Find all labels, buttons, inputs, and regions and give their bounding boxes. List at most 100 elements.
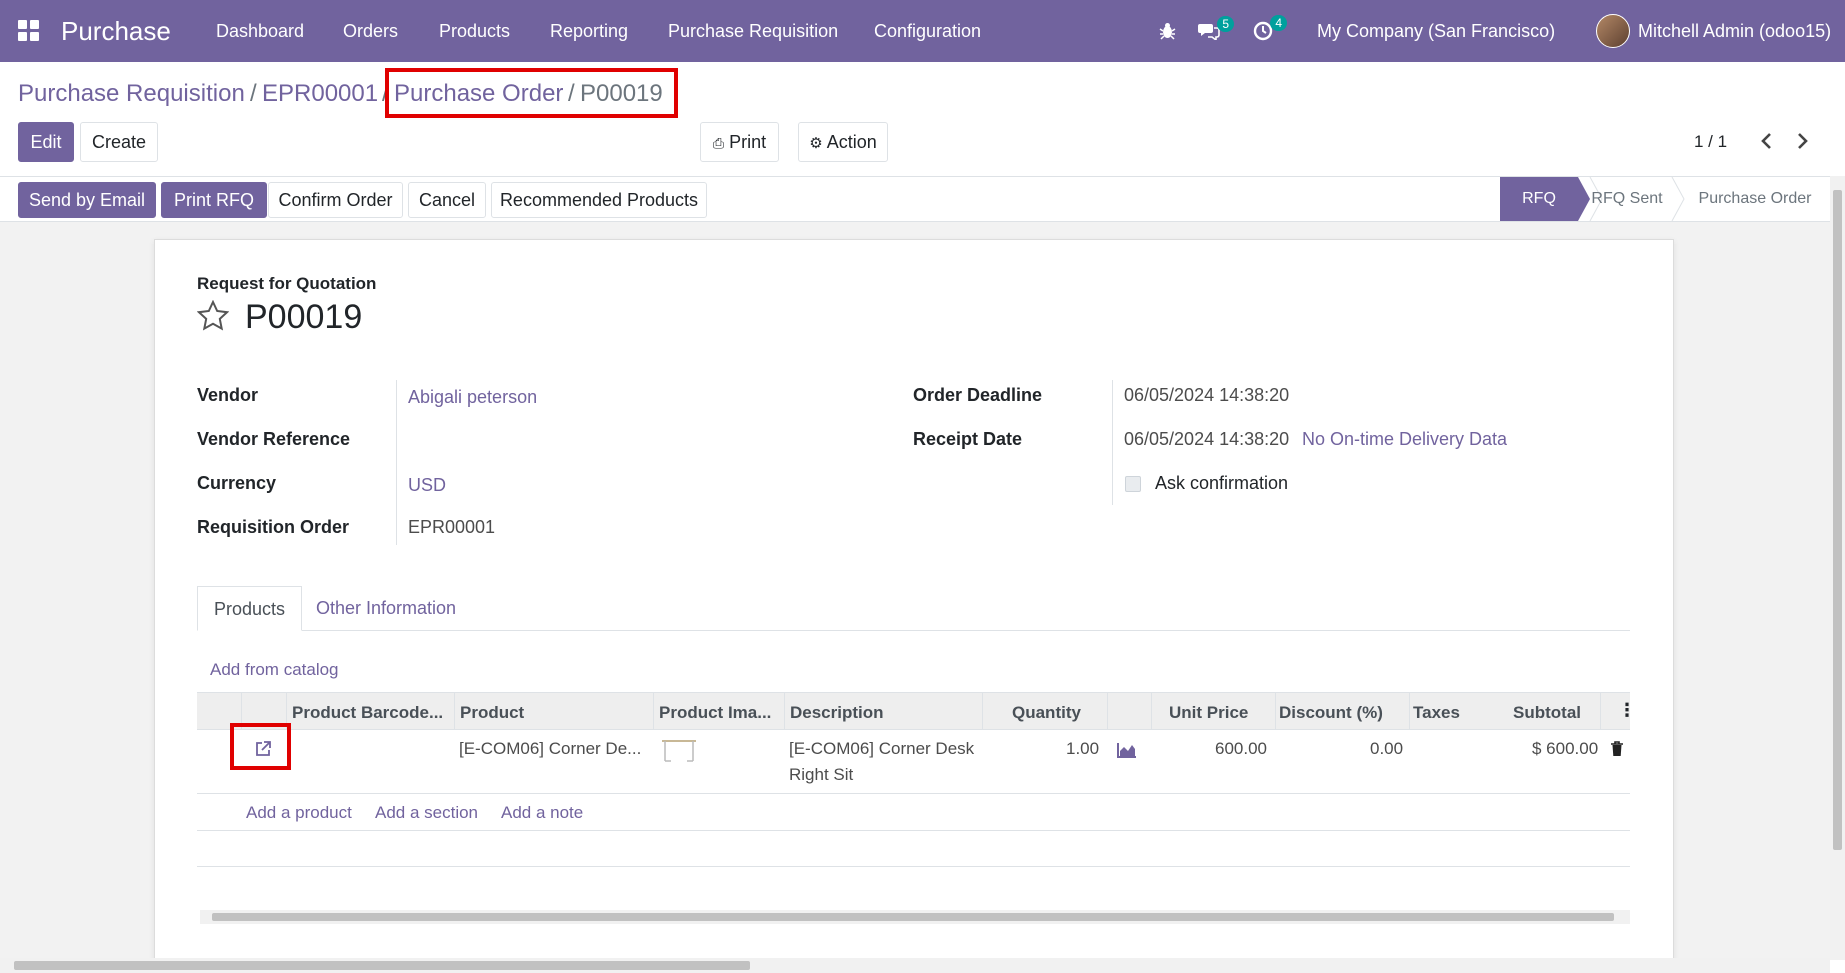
print-button[interactable]: ⎙ Print [700,122,779,162]
messages-icon[interactable]: 5 [1198,16,1234,48]
stage-purchase-order[interactable]: Purchase Order [1690,177,1820,221]
column-separator [1600,692,1601,730]
order-deadline-label: Order Deadline [913,385,1043,405]
column-separator [1275,692,1276,730]
table-horizontal-scrollbar[interactable] [200,910,1630,924]
form-subtitle: Request for Quotation [197,274,377,293]
on-time-delivery-link[interactable]: No On-time Delivery Data [1302,429,1507,450]
field-separator [396,380,397,545]
breadcrumb-separator: / [250,80,257,107]
breadcrumb-epr00001[interactable]: EPR00001 [262,80,378,108]
ask-confirmation-label: Ask confirmation [1155,473,1289,493]
bug-icon[interactable] [1159,22,1176,48]
page-vertical-scroll-thumb[interactable] [1833,190,1842,850]
column-separator [1151,692,1152,730]
highlight-box-open-record [230,723,291,770]
row-unit-price[interactable]: 600.00 [1215,739,1267,759]
page-horizontal-scroll-thumb[interactable] [14,961,750,970]
col-taxes[interactable]: Taxes [1413,703,1460,723]
pager-value[interactable]: 1 / 1 [1694,132,1727,152]
column-separator [1107,692,1108,730]
apps-menu-icon[interactable] [18,20,40,42]
product-thumbnail [659,737,699,768]
page-horizontal-scrollbar[interactable] [0,958,1830,973]
add-note-button[interactable]: Add a note [501,803,583,823]
add-section-button[interactable]: Add a section [375,803,478,823]
order-deadline-field[interactable]: 06/05/2024 14:38:20 [1124,385,1289,406]
optional-columns-icon[interactable]: ⋮ [1618,700,1636,721]
row-divider [197,830,1630,831]
currency-label: Currency [197,473,277,493]
activity-clock-icon[interactable]: 4 [1253,15,1287,47]
receipt-date-field[interactable]: 06/05/2024 14:38:20 [1124,429,1289,450]
ask-confirmation-checkbox[interactable] [1125,476,1141,492]
print-icon: ⎙ [712,135,725,151]
menu-reporting[interactable]: Reporting [550,21,628,42]
status-bar: Send by Email Print RFQ Confirm Order Ca… [0,176,1830,222]
messages-badge: 5 [1217,16,1234,32]
tab-products[interactable]: Products [197,586,303,631]
row-description-line2[interactable]: Right Sit [789,765,853,785]
col-discount[interactable]: Discount (%) [1279,703,1383,723]
table-scroll-thumb[interactable] [212,913,1614,921]
edit-button[interactable]: Edit [18,122,74,162]
print-label: Print [729,132,767,152]
field-separator [1112,380,1113,505]
action-label: Action [826,132,877,152]
action-button[interactable]: ⚙ Action [798,122,888,162]
menu-configuration[interactable]: Configuration [874,21,981,42]
highlight-box-breadcrumb [385,68,678,118]
row-discount[interactable]: 0.00 [1370,739,1403,759]
user-avatar[interactable] [1596,14,1630,48]
send-by-email-button[interactable]: Send by Email [18,182,156,218]
vendor-reference-label: Vendor Reference [197,429,351,449]
app-name[interactable]: Purchase [61,16,171,47]
print-rfq-button[interactable]: Print RFQ [161,182,267,218]
pager-previous-icon[interactable] [1760,132,1772,155]
add-product-button[interactable]: Add a product [246,803,352,823]
add-from-catalog-button[interactable]: Add from catalog [210,660,339,680]
row-description-line1[interactable]: [E-COM06] Corner Desk [789,739,974,759]
stage-rfq-sent[interactable]: RFQ Sent [1582,177,1672,221]
record-name: P00019 [245,298,363,336]
column-separator [653,692,654,730]
currency-field[interactable]: USD [408,475,446,496]
col-unit-price[interactable]: Unit Price [1169,703,1248,723]
col-product-image[interactable]: Product Ima... [659,703,771,723]
col-description[interactable]: Description [790,703,884,723]
column-separator [982,692,983,730]
confirm-order-button[interactable]: Confirm Order [268,182,403,218]
requisition-order-field: EPR00001 [408,517,496,537]
vendor-field[interactable]: Abigali peterson [408,387,537,408]
column-separator [784,692,785,730]
pager-next-icon[interactable] [1797,132,1809,155]
column-separator [1409,692,1410,730]
col-subtotal[interactable]: Subtotal [1513,703,1581,723]
cancel-button[interactable]: Cancel [408,182,486,218]
menu-dashboard[interactable]: Dashboard [216,21,304,42]
column-separator [454,692,455,730]
favorite-star-icon[interactable] [196,299,230,337]
breadcrumb-purchase-requisition[interactable]: Purchase Requisition [18,80,245,108]
company-switcher[interactable]: My Company (San Francisco) [1317,21,1555,42]
menu-purchase-requisition[interactable]: Purchase Requisition [668,21,838,42]
page-vertical-scrollbar[interactable] [1830,176,1845,960]
gear-icon: ⚙ [809,135,823,152]
user-menu[interactable]: Mitchell Admin (odoo15) [1638,21,1831,42]
trash-icon[interactable] [1610,741,1624,762]
row-quantity[interactable]: 1.00 [1066,739,1099,759]
menu-products[interactable]: Products [439,21,510,42]
create-button[interactable]: Create [80,122,158,162]
stage-rfq[interactable]: RFQ [1500,177,1578,221]
tab-other-information[interactable]: Other Information [300,586,472,631]
col-product[interactable]: Product [460,703,524,723]
col-product-barcode[interactable]: Product Barcode... [292,703,443,723]
recommended-products-button[interactable]: Recommended Products [491,182,707,218]
activities-badge: 4 [1270,15,1287,31]
top-navbar: Purchase Dashboard Orders Products Repor… [0,0,1845,62]
row-product[interactable]: [E-COM06] Corner De... [459,739,641,759]
receipt-date-label: Receipt Date [913,429,1023,449]
col-quantity[interactable]: Quantity [1012,703,1081,723]
forecast-chart-icon[interactable] [1117,742,1137,763]
menu-orders[interactable]: Orders [343,21,398,42]
